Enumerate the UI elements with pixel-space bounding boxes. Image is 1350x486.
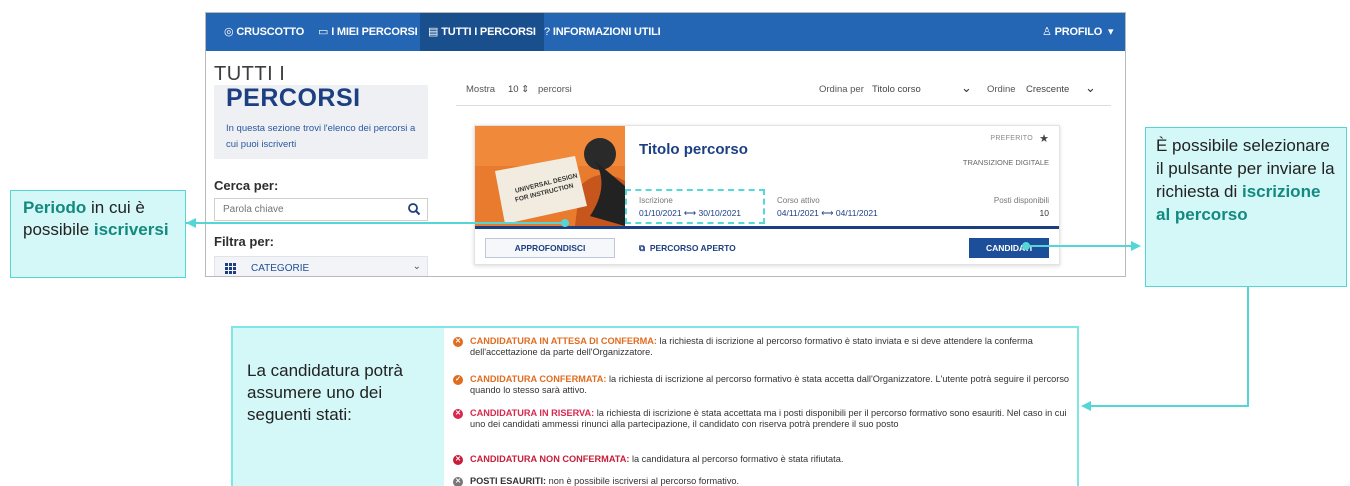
periodo-callout: Periodo in cui è possibile iscriversi <box>10 190 186 278</box>
status-item: ✓ CANDIDATURA CONFERMATA: la richiesta d… <box>450 374 1070 396</box>
apply-arrowhead <box>1131 241 1141 251</box>
apply-dot <box>1022 242 1030 250</box>
status-legend: La candidatura potrà assumere uno dei se… <box>231 326 1079 486</box>
status-full-icon: ✕ <box>453 477 463 486</box>
periodo-dot <box>561 219 569 227</box>
status-rejected-icon: ✕ <box>453 455 463 465</box>
status-pending-icon: ✕ <box>453 337 463 347</box>
status-intro: La candidatura potrà assumere uno dei se… <box>233 328 444 486</box>
status-arrowhead <box>1081 401 1091 411</box>
status-confirmed-icon: ✓ <box>453 375 463 385</box>
status-reserve-icon: ✕ <box>453 409 463 419</box>
status-item: ✕ CANDIDATURA NON CONFERMATA: la candida… <box>450 454 1070 465</box>
status-item: ✕ CANDIDATURA IN RISERVA: la richiesta d… <box>450 408 1070 430</box>
status-connector <box>1084 287 1249 407</box>
status-item: ✕ CANDIDATURA IN ATTESA DI CONFERMA: la … <box>450 336 1070 358</box>
apply-callout: È possibile selezionare il pulsante per … <box>1145 127 1347 287</box>
periodo-arrowhead <box>186 218 196 228</box>
status-item: ✕ POSTI ESAURITI: non è possibile iscriv… <box>450 476 1070 486</box>
